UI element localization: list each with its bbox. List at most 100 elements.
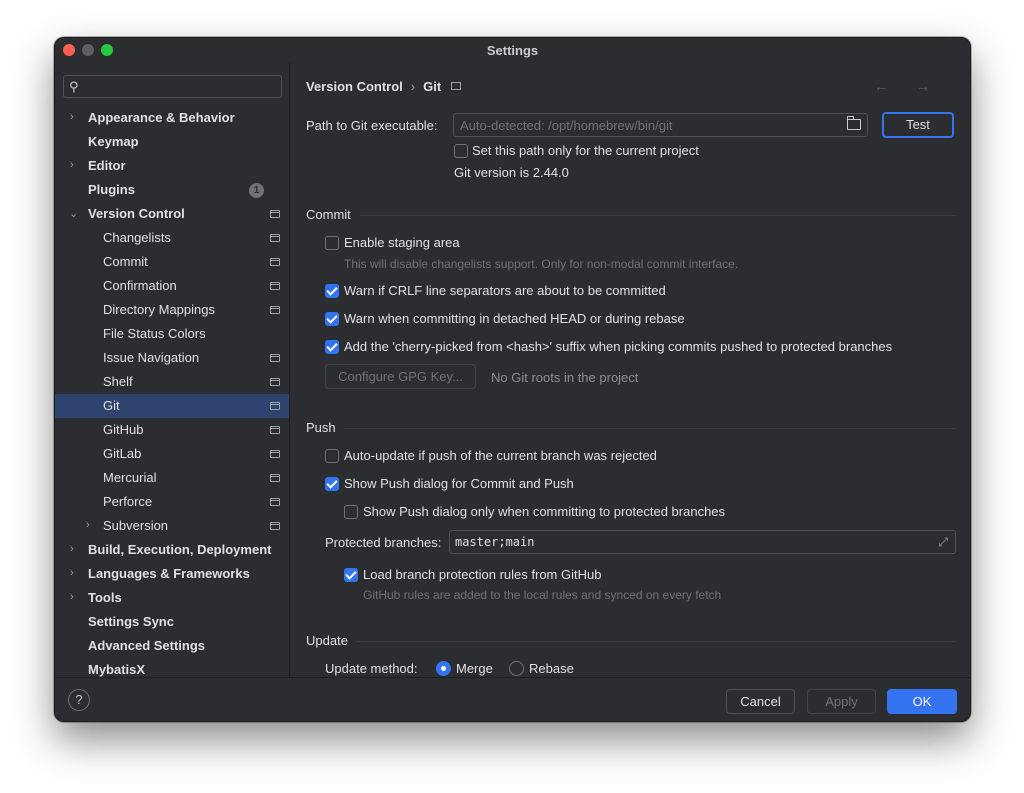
section-title: Update bbox=[306, 633, 348, 648]
sidebar-item-commit[interactable]: Commit bbox=[55, 250, 289, 274]
search-input[interactable]: ⚲ bbox=[63, 75, 282, 98]
ok-button[interactable]: OK bbox=[887, 689, 957, 714]
load-rules-checkbox[interactable] bbox=[344, 568, 358, 582]
protected-only-label: Show Push dialog only when committing to… bbox=[363, 504, 726, 519]
sidebar-item-changelists[interactable]: Changelists bbox=[55, 226, 289, 250]
project-level-icon bbox=[270, 306, 280, 314]
sidebar-item-label: GitLab bbox=[103, 446, 142, 461]
sidebar-item-label: Confirmation bbox=[103, 278, 177, 293]
project-level-icon bbox=[270, 474, 280, 482]
chevron-right-icon: › bbox=[86, 519, 90, 531]
chevron-right-icon: › bbox=[70, 111, 74, 123]
section-divider bbox=[360, 215, 956, 216]
show-push-dialog-checkbox[interactable] bbox=[325, 477, 339, 491]
sidebar-item-label: Editor bbox=[88, 158, 126, 173]
sidebar-item-label: Perforce bbox=[103, 494, 153, 509]
breadcrumb: Version Control › Git bbox=[306, 79, 462, 94]
sidebar-item-subversion[interactable]: › Subversion bbox=[55, 514, 289, 538]
test-button[interactable]: Test bbox=[882, 112, 954, 138]
sidebar-item-appearance[interactable]: › Appearance & Behavior bbox=[55, 106, 289, 130]
title-bar: Settings bbox=[55, 38, 970, 62]
merge-label: Merge bbox=[456, 661, 493, 676]
chevron-right-icon: › bbox=[70, 543, 74, 555]
sidebar-item-mybatisx[interactable]: MybatisX bbox=[55, 658, 289, 677]
back-forward-arrows-icon[interactable]: ← → bbox=[874, 78, 942, 94]
sidebar-item-mercurial[interactable]: Mercurial bbox=[55, 466, 289, 490]
auto-update-label: Auto-update if push of the current branc… bbox=[344, 448, 657, 463]
protected-branches-value: master;main bbox=[455, 535, 535, 549]
cherry-pick-suffix-label: Add the 'cherry-picked from <hash>' suff… bbox=[344, 339, 893, 354]
sidebar-item-file-status-colors[interactable]: File Status Colors bbox=[55, 322, 289, 346]
project-level-icon bbox=[270, 378, 280, 386]
project-level-icon bbox=[270, 210, 280, 218]
commit-section-header: Commit bbox=[306, 207, 956, 223]
staging-area-checkbox[interactable] bbox=[325, 236, 339, 250]
load-rules-hint: GitHub rules are added to the local rule… bbox=[363, 588, 722, 602]
sidebar-item-confirmation[interactable]: Confirmation bbox=[55, 274, 289, 298]
settings-sidebar: ⚲ › Appearance & Behavior Keymap › Edito… bbox=[55, 62, 290, 677]
auto-update-checkbox[interactable] bbox=[325, 449, 339, 463]
help-icon[interactable]: ? bbox=[68, 689, 90, 711]
sidebar-item-version-control[interactable]: ⌄ Version Control bbox=[55, 202, 289, 226]
sidebar-item-github[interactable]: GitHub bbox=[55, 418, 289, 442]
merge-radio[interactable] bbox=[436, 661, 451, 676]
gpg-note: No Git roots in the project bbox=[491, 370, 639, 385]
sidebar-item-gitlab[interactable]: GitLab bbox=[55, 442, 289, 466]
crlf-warning-label: Warn if CRLF line separators are about t… bbox=[344, 283, 666, 298]
sidebar-item-plugins[interactable]: Plugins 1 bbox=[55, 178, 289, 202]
dialog-footer: ? Cancel Apply OK bbox=[55, 677, 970, 721]
sidebar-item-label: Settings Sync bbox=[88, 614, 174, 629]
rebase-radio[interactable] bbox=[509, 661, 524, 676]
sidebar-item-directory-mappings[interactable]: Directory Mappings bbox=[55, 298, 289, 322]
sidebar-item-advanced-settings[interactable]: Advanced Settings bbox=[55, 634, 289, 658]
update-section-header: Update bbox=[306, 633, 956, 649]
git-path-placeholder: Auto-detected: /opt/homebrew/bin/git bbox=[460, 118, 673, 133]
project-level-icon bbox=[270, 282, 280, 290]
sidebar-item-label: GitHub bbox=[103, 422, 144, 437]
configure-gpg-button[interactable]: Configure GPG Key... bbox=[325, 364, 476, 389]
sidebar-item-label: Git bbox=[103, 398, 120, 413]
project-level-icon bbox=[270, 450, 280, 458]
sidebar-item-editor[interactable]: › Editor bbox=[55, 154, 289, 178]
sidebar-item-issue-navigation[interactable]: Issue Navigation bbox=[55, 346, 289, 370]
folder-icon[interactable] bbox=[847, 116, 861, 130]
git-settings-panel: Version Control › Git ← → Path to Git exec… bbox=[290, 62, 970, 677]
sidebar-item-label: Advanced Settings bbox=[88, 638, 206, 653]
sidebar-item-label: Commit bbox=[103, 254, 148, 269]
cancel-button[interactable]: Cancel bbox=[726, 689, 795, 714]
detached-head-label: Warn when committing in detached HEAD or… bbox=[344, 311, 685, 326]
search-icon: ⚲ bbox=[69, 79, 79, 94]
breadcrumb-current: Git bbox=[423, 79, 442, 94]
cherry-pick-suffix-checkbox[interactable] bbox=[325, 340, 339, 354]
expand-icon[interactable]: ⤢ bbox=[938, 535, 948, 550]
crlf-warning-checkbox[interactable] bbox=[325, 284, 339, 298]
update-method-label: Update method: bbox=[325, 661, 418, 676]
project-level-icon bbox=[270, 498, 280, 506]
sidebar-item-keymap[interactable]: Keymap bbox=[55, 130, 289, 154]
project-level-icon bbox=[270, 354, 280, 362]
sidebar-item-label: Appearance & Behavior bbox=[88, 110, 235, 125]
project-only-checkbox[interactable] bbox=[454, 144, 468, 158]
sidebar-item-label: Shelf bbox=[103, 374, 133, 389]
sidebar-item-shelf[interactable]: Shelf bbox=[55, 370, 289, 394]
protected-branches-input[interactable]: master;main ⤢ bbox=[449, 530, 956, 554]
push-section-header: Push bbox=[306, 420, 956, 436]
project-only-label: Set this path only for the current proje… bbox=[472, 143, 699, 158]
sidebar-item-build[interactable]: › Build, Execution, Deployment bbox=[55, 538, 289, 562]
staging-area-label: Enable staging area bbox=[344, 235, 460, 250]
sidebar-item-label: Build, Execution, Deployment bbox=[88, 542, 272, 557]
apply-button[interactable]: Apply bbox=[807, 689, 876, 714]
sidebar-item-git[interactable]: Git bbox=[55, 394, 289, 418]
sidebar-item-tools[interactable]: › Tools bbox=[55, 586, 289, 610]
sidebar-item-settings-sync[interactable]: Settings Sync bbox=[55, 610, 289, 634]
sidebar-item-label: Tools bbox=[88, 590, 122, 605]
protected-only-checkbox[interactable] bbox=[344, 505, 358, 519]
project-level-icon bbox=[270, 258, 280, 266]
breadcrumb-parent[interactable]: Version Control bbox=[306, 79, 403, 94]
detached-head-checkbox[interactable] bbox=[325, 312, 339, 326]
git-path-label: Path to Git executable: bbox=[306, 118, 438, 133]
sidebar-item-perforce[interactable]: Perforce bbox=[55, 490, 289, 514]
sidebar-item-languages[interactable]: › Languages & Frameworks bbox=[55, 562, 289, 586]
protected-branches-label: Protected branches: bbox=[325, 535, 442, 550]
git-path-input[interactable]: Auto-detected: /opt/homebrew/bin/git bbox=[453, 113, 868, 137]
